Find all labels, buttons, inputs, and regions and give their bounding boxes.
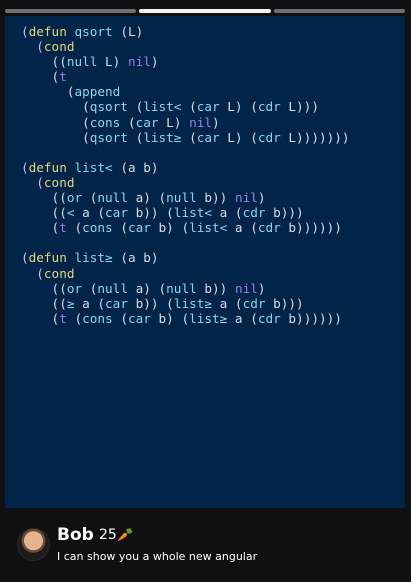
user-score: 25 bbox=[99, 527, 117, 543]
comment-text: I can show you a whole new angular bbox=[57, 550, 258, 563]
story-progress-bar bbox=[5, 9, 405, 14]
story-frame: (defun qsort (L) (cond ((null L) nil) (t… bbox=[0, 0, 411, 582]
code-line-1: (defun qsort (L) bbox=[21, 24, 144, 39]
progress-segment-1[interactable] bbox=[5, 9, 137, 13]
avatar[interactable] bbox=[17, 528, 50, 561]
code-line-8: (qsort (list≥ (car L) (cdr L))))))) bbox=[21, 129, 350, 145]
carrot-icon: 🥕 bbox=[117, 528, 134, 543]
code-line-5: (append bbox=[21, 84, 121, 100]
code-line-14: (t (cons (car b) (list< a (cdr b)))))) bbox=[21, 220, 342, 236]
code-line-3: ((null L) nil) bbox=[21, 54, 159, 70]
code-line-2: (cond bbox=[36, 39, 75, 55]
code-line-6: (qsort (list< (car L) (cdr L))) bbox=[21, 99, 319, 115]
code-line-13: ((< a (car b)) (list< a (cdr b))) bbox=[21, 205, 304, 221]
comment-bar: Bob 25 🥕 I can show you a whole new angu… bbox=[5, 509, 405, 576]
code-line-12: ((or (null a) (null b)) nil) bbox=[21, 190, 266, 206]
code-line-11: (cond bbox=[36, 174, 75, 190]
progress-segment-3[interactable] bbox=[273, 9, 405, 13]
username[interactable]: Bob bbox=[57, 525, 94, 545]
code-line-18: ((or (null a) (null b)) nil) bbox=[21, 280, 266, 296]
code-line-10: (defun list< (a b) bbox=[21, 159, 159, 175]
progress-segment-2[interactable] bbox=[139, 9, 271, 13]
code-line-4: (t bbox=[21, 69, 67, 85]
code-line-20: (t (cons (car b) (list≥ a (cdr b)))))) bbox=[21, 310, 342, 326]
code-line-19: ((≥ a (car b)) (list≥ a (cdr b))) bbox=[21, 295, 304, 311]
code-line-16: (defun list≥ (a b) bbox=[21, 250, 159, 266]
code-line-7: (cons (car L) nil) bbox=[21, 114, 220, 130]
code-panel: (defun qsort (L) (cond ((null L) nil) (t… bbox=[5, 16, 405, 508]
code-block: (defun qsort (L) (cond ((null L) nil) (t… bbox=[21, 24, 350, 326]
code-line-17: (cond bbox=[36, 265, 75, 281]
